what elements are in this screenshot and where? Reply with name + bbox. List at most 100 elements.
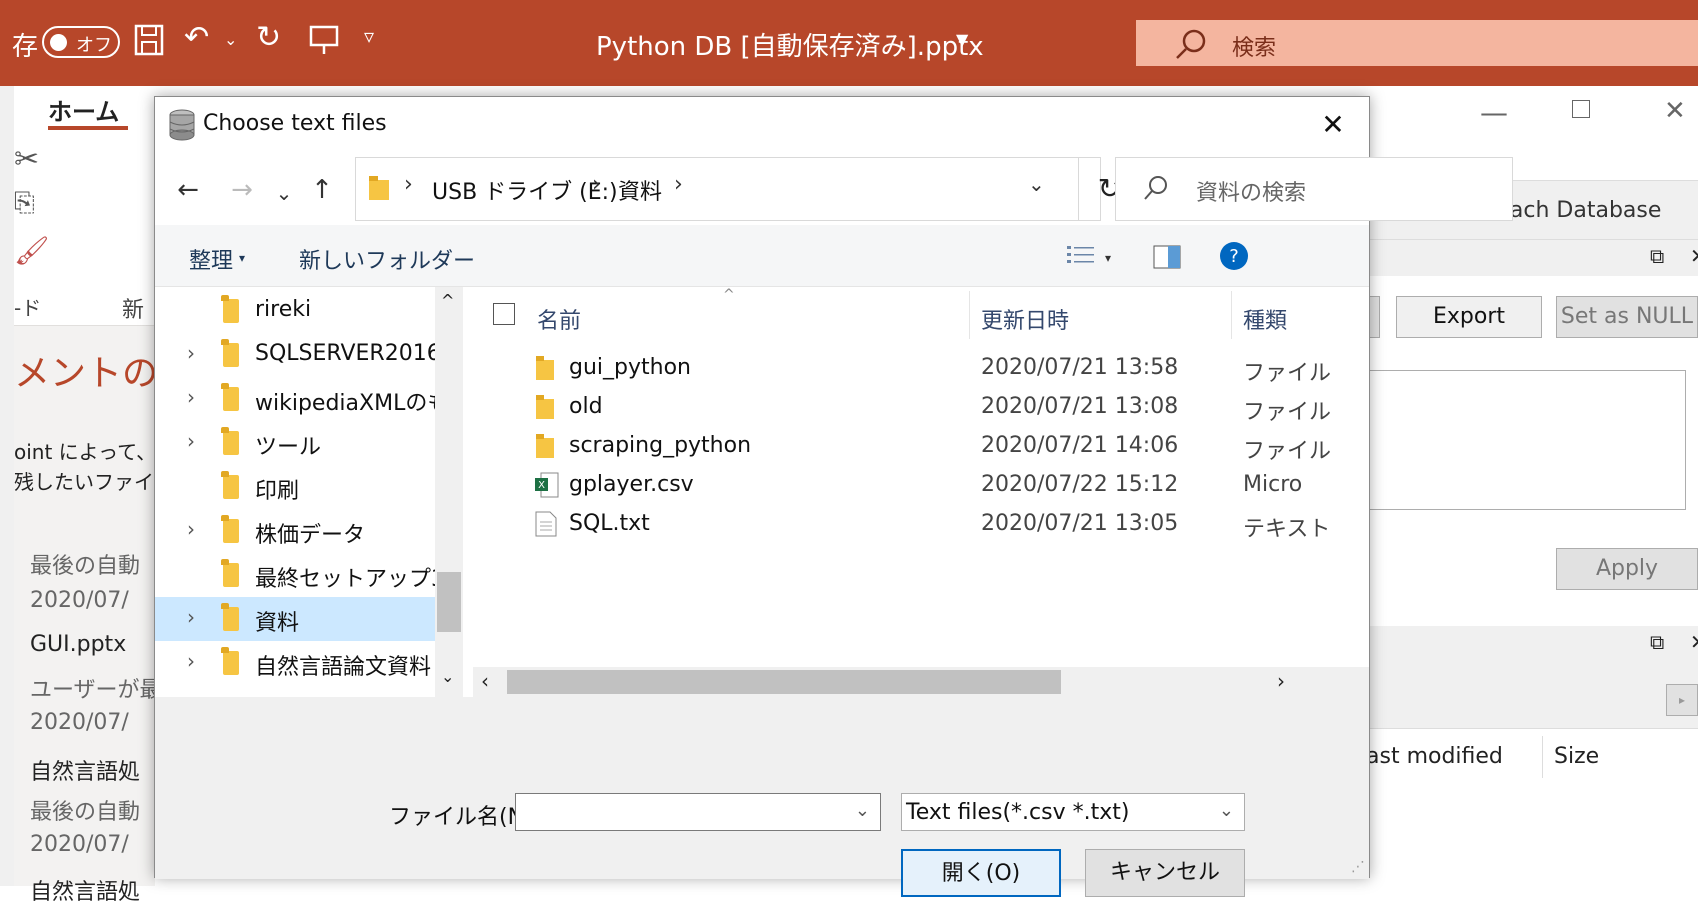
- panel-close-icon[interactable]: ✕: [1690, 244, 1698, 268]
- folder-icon: [221, 603, 239, 631]
- panel-close-icon[interactable]: ✕: [1690, 630, 1698, 654]
- title-dropdown-icon[interactable]: ▼: [956, 30, 968, 49]
- save-icon[interactable]: [134, 24, 164, 56]
- window-close-icon[interactable]: ✕: [1664, 96, 1686, 126]
- cancel-button[interactable]: キャンセル: [1085, 849, 1245, 897]
- column-date-modified[interactable]: 更新日時: [981, 303, 1069, 335]
- file-list-item[interactable]: gui_python 2020/07/21 13:58 ファイル: [473, 349, 1369, 389]
- forward-arrow-icon[interactable]: →: [225, 175, 259, 205]
- panel-restore-icon[interactable]: ⧉: [1650, 244, 1664, 268]
- address-bar[interactable]: › USB ドライブ (E:) › 資料 › ⌄ ↻: [355, 157, 1121, 221]
- redo-icon[interactable]: ↻: [256, 20, 281, 55]
- column-divider[interactable]: [969, 291, 970, 339]
- expand-arrow-icon[interactable]: ›: [187, 517, 195, 541]
- file-list-item[interactable]: scraping_python 2020/07/21 14:06 ファイル: [473, 427, 1369, 467]
- recent-item-name[interactable]: 自然言語処: [30, 754, 155, 786]
- expand-arrow-icon[interactable]: ›: [187, 429, 195, 453]
- scrollbar-thumb[interactable]: [507, 670, 1061, 694]
- customize-toolbar-icon[interactable]: ▿: [364, 24, 374, 48]
- cut-icon[interactable]: ✂: [14, 142, 39, 177]
- document-title[interactable]: Python DB [自動保存済み].pptx: [596, 26, 984, 63]
- autosave-toggle[interactable]: オフ: [42, 26, 120, 58]
- maximize-icon[interactable]: [1572, 100, 1590, 118]
- view-options-icon[interactable]: [1067, 245, 1095, 269]
- new-folder-button[interactable]: 新しいフォルダー: [299, 243, 475, 275]
- scroll-down-icon[interactable]: ⌄: [441, 667, 454, 686]
- address-history-chevron-icon[interactable]: ⌄: [1028, 172, 1045, 196]
- horizontal-scrollbar[interactable]: ‹ ›: [473, 667, 1369, 697]
- nav-vertical-scrollbar[interactable]: ^ ⌄: [435, 287, 463, 697]
- breadcrumb-separator-icon[interactable]: ›: [674, 172, 683, 197]
- scroll-left-icon[interactable]: ‹: [481, 669, 489, 693]
- resize-grip-icon[interactable]: ⋰: [1351, 859, 1365, 875]
- back-arrow-icon[interactable]: ←: [171, 175, 205, 205]
- tree-item[interactable]: rireki: [155, 289, 435, 333]
- format-painter-icon[interactable]: 🖌: [14, 234, 50, 267]
- apply-button[interactable]: Apply: [1556, 548, 1698, 590]
- copy-icon[interactable]: ⎘: [14, 188, 35, 219]
- scroll-right-icon[interactable]: ›: [1277, 669, 1285, 693]
- export-button[interactable]: Export: [1396, 296, 1542, 338]
- presentation-icon[interactable]: [308, 24, 340, 56]
- file-type: Micro: [1243, 472, 1303, 497]
- column-name[interactable]: 名前: [537, 303, 581, 335]
- breadcrumb-separator-icon[interactable]: ›: [404, 172, 413, 197]
- filename-input[interactable]: ⌄: [515, 793, 881, 831]
- tree-item[interactable]: › 自然言語論文資料: [155, 641, 435, 685]
- value-editor[interactable]: [1366, 370, 1686, 510]
- tree-item[interactable]: 印刷: [155, 465, 435, 509]
- column-divider[interactable]: [1231, 291, 1232, 339]
- expand-arrow-icon[interactable]: ›: [187, 385, 195, 409]
- minimize-icon[interactable]: —: [1480, 96, 1508, 129]
- col-last-modified[interactable]: ast modified: [1366, 744, 1503, 769]
- breadcrumb-shiryo[interactable]: 資料: [618, 174, 662, 206]
- open-button[interactable]: 開く(O): [901, 849, 1061, 897]
- tree-item[interactable]: › 資料: [155, 597, 435, 641]
- tab-home[interactable]: ホーム: [48, 92, 119, 127]
- close-icon[interactable]: ✕: [1315, 107, 1351, 143]
- tree-item[interactable]: › wikipediaXMLのも: [155, 377, 449, 421]
- tree-item[interactable]: › ツール: [155, 421, 435, 465]
- up-arrow-icon[interactable]: ↑: [305, 175, 339, 205]
- recent-item-line: 最後の自動: [30, 554, 141, 579]
- preview-pane-icon[interactable]: [1153, 245, 1181, 269]
- breadcrumb-usb-drive[interactable]: USB ドライブ (E:): [432, 174, 618, 206]
- file-name: gui_python: [569, 355, 691, 380]
- column-type[interactable]: 種類: [1243, 303, 1287, 335]
- recent-locations-chevron-icon[interactable]: ⌄: [267, 181, 301, 205]
- ppt-search-box[interactable]: 検索: [1136, 20, 1698, 66]
- undo-icon[interactable]: ↶: [184, 20, 209, 55]
- expand-arrow-icon[interactable]: ›: [187, 649, 195, 673]
- breadcrumb-separator-icon[interactable]: ›: [592, 172, 601, 197]
- help-icon[interactable]: ?: [1219, 241, 1249, 271]
- tree-item[interactable]: › 株価データ: [155, 509, 435, 553]
- tree-item[interactable]: 最終セットアップ3-: [155, 553, 453, 597]
- scroll-up-icon[interactable]: ^: [441, 291, 454, 310]
- tab-home-underline: [48, 126, 128, 130]
- expand-arrow-icon[interactable]: ›: [187, 605, 195, 629]
- folder-search-box[interactable]: 資料の検索: [1115, 157, 1513, 221]
- select-all-checkbox[interactable]: [493, 303, 515, 325]
- organize-button[interactable]: 整理: [189, 243, 233, 275]
- file-list-item[interactable]: old 2020/07/21 13:08 ファイル: [473, 388, 1369, 428]
- set-null-button[interactable]: Set as NULL: [1556, 296, 1698, 338]
- tree-item-label: SQLSERVER2016I: [255, 341, 448, 366]
- tree-item[interactable]: › SQLSERVER2016I: [155, 333, 447, 377]
- scrollbar-thumb[interactable]: [437, 572, 461, 632]
- file-list-item[interactable]: SQL.txt 2020/07/21 13:05 テキスト: [473, 505, 1369, 545]
- panel-action-icon[interactable]: ▸: [1666, 684, 1698, 716]
- col-size[interactable]: Size: [1554, 744, 1599, 769]
- filename-history-chevron-icon[interactable]: ⌄: [855, 800, 870, 821]
- folder-icon: [535, 433, 555, 459]
- file-list-item[interactable]: Xgplayer.csv 2020/07/22 15:12 Micro: [473, 466, 1369, 506]
- view-dropdown-icon[interactable]: ▾: [1105, 251, 1111, 265]
- search-icon: [1144, 176, 1167, 200]
- undo-dropdown-icon[interactable]: ⌄: [224, 30, 237, 49]
- organize-dropdown-icon[interactable]: ▾: [239, 251, 245, 265]
- expand-arrow-icon[interactable]: ›: [187, 341, 195, 365]
- recent-item-name[interactable]: GUI.pptx: [30, 632, 155, 657]
- ribbon-new-slide-1[interactable]: 新: [122, 292, 144, 324]
- panel-restore-icon[interactable]: ⧉: [1650, 630, 1664, 654]
- recent-item-name[interactable]: 自然言語処: [30, 874, 155, 906]
- filetype-select[interactable]: Text files(*.csv *.txt) ⌄: [901, 793, 1245, 831]
